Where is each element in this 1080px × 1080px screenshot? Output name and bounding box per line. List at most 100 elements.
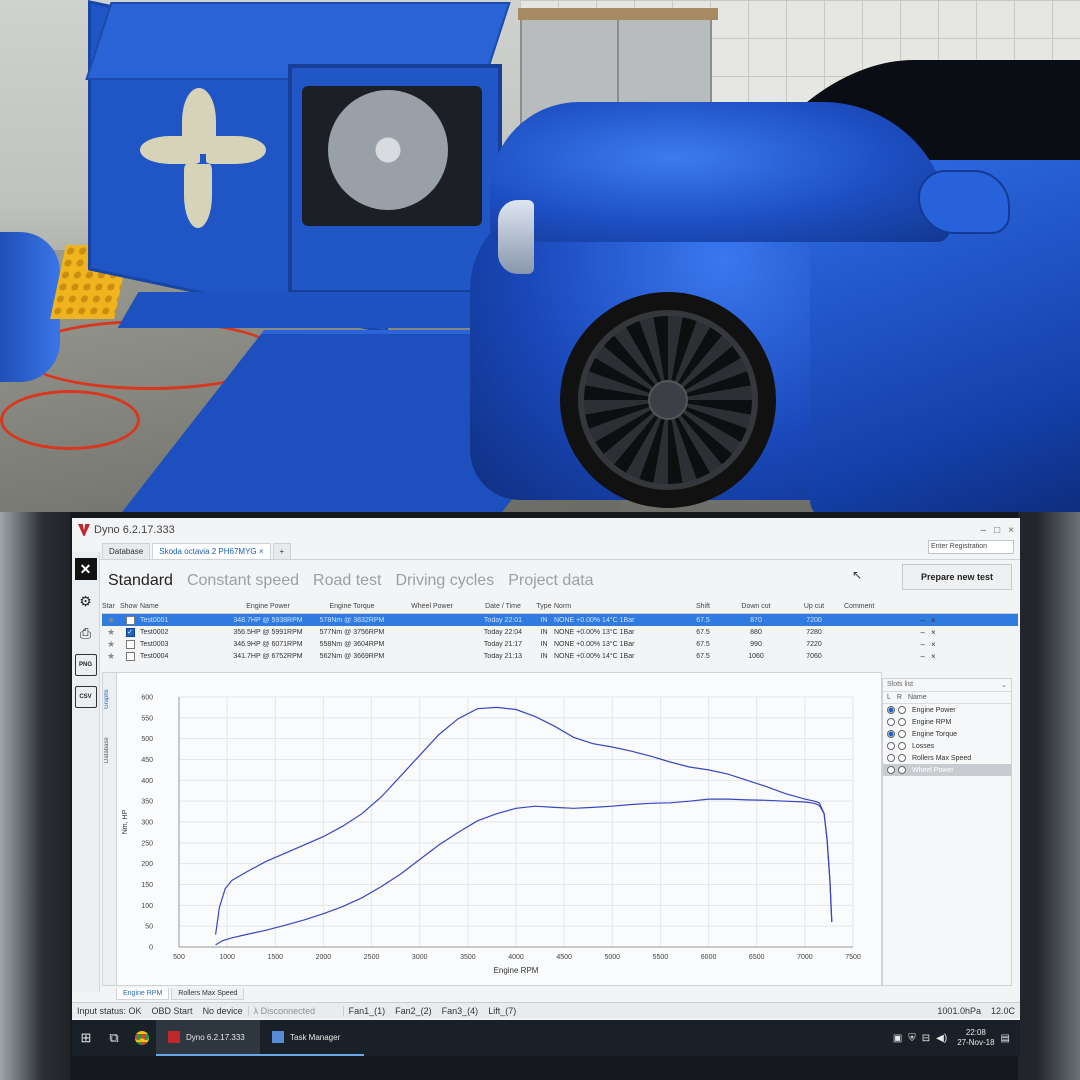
right-axis-radio[interactable] <box>898 754 906 762</box>
col-show[interactable]: Show <box>120 603 140 610</box>
engine-torque-value: 562Nm @ 3669RPM <box>319 652 385 660</box>
col-norm[interactable]: Norm <box>554 603 678 610</box>
toolbar-sidebar: ✕ ⚙ ⎙ PNG CSV <box>72 552 100 992</box>
table-header: Star Show Name Engine Power Engine Torqu… <box>102 600 1018 614</box>
star-icon[interactable]: ★ <box>102 639 120 650</box>
table-row[interactable]: ★ ✓ Test0002 356.5HP @ 5991RPM 577Nm @ 3756R… <box>102 626 1018 638</box>
col-engine-power[interactable]: Engine Power <box>224 603 312 610</box>
row-controls[interactable]: – × <box>914 616 944 625</box>
left-axis-radio[interactable] <box>887 754 895 762</box>
left-axis-radio[interactable] <box>887 718 895 726</box>
collapse-icon[interactable]: ⌄ <box>1001 681 1007 689</box>
slot-item[interactable]: Engine Torque <box>883 728 1011 740</box>
mode-driving-cycles[interactable]: Driving cycles <box>396 572 495 590</box>
col-date-time[interactable]: Date / Time <box>472 603 534 610</box>
slot-item[interactable]: Wheel Power <box>883 764 1011 776</box>
right-axis-radio[interactable] <box>898 742 906 750</box>
norm-value: NONE +0.00% 14°C 1Bar <box>554 616 635 624</box>
taskbar-app-task-manager[interactable]: Task Manager <box>260 1020 364 1056</box>
row-controls[interactable]: – × <box>914 640 944 649</box>
close-window-button[interactable]: × <box>1008 525 1014 536</box>
show-checkbox[interactable]: ✓ <box>125 627 135 637</box>
left-axis-radio[interactable] <box>887 730 895 738</box>
add-tab-button[interactable]: + <box>272 543 292 559</box>
col-down-cut[interactable]: Down cut <box>728 603 784 610</box>
right-axis-radio[interactable] <box>898 718 906 726</box>
fan2-toggle[interactable]: Fan2_(2) <box>390 1006 437 1016</box>
tab-skoda-octavia[interactable]: Skoda octavia 2 PH67MYG × <box>152 543 271 559</box>
right-axis-radio[interactable] <box>898 706 906 714</box>
mode-project-data[interactable]: Project data <box>508 572 593 590</box>
monitor-bezel <box>0 512 70 1080</box>
tab-close-icon[interactable]: × <box>259 547 264 556</box>
taskbar-app-label: Dyno 6.2.17.333 <box>186 1032 245 1042</box>
notifications-icon[interactable]: ▤ <box>1001 1033 1010 1044</box>
close-icon[interactable]: ✕ <box>74 558 97 580</box>
chrome-icon[interactable] <box>135 1031 149 1045</box>
slot-name: Engine Torque <box>912 730 958 738</box>
fan3-toggle[interactable]: Fan3_(4) <box>437 1006 484 1016</box>
network-icon[interactable]: ⊟ <box>922 1033 930 1044</box>
slots-col-r: R <box>896 694 902 701</box>
left-axis-radio[interactable] <box>887 766 895 774</box>
col-shift[interactable]: Shift <box>678 603 728 610</box>
row-controls[interactable]: – × <box>914 628 944 637</box>
table-row[interactable]: ★ Test0001 348.7HP @ 5938RPM 578Nm @ 3832RP… <box>102 614 1018 626</box>
slot-item[interactable]: Engine RPM <box>883 716 1011 728</box>
col-wheel-power[interactable]: Wheel Power <box>392 603 472 610</box>
table-row[interactable]: ★ Test0004 341.7HP @ 6752RPM 562Nm @ 3669RP… <box>102 650 1018 662</box>
security-icon[interactable]: ⛨ <box>908 1033 916 1044</box>
star-icon[interactable]: ★ <box>102 627 120 638</box>
gear-icon[interactable]: ⚙ <box>75 590 97 612</box>
clock[interactable]: 22:08 27-Nov-18 <box>957 1028 994 1048</box>
slot-item[interactable]: Rollers Max Speed <box>883 752 1011 764</box>
printer-icon[interactable]: ⎙ <box>75 622 97 644</box>
restore-button[interactable]: □ <box>994 525 1000 536</box>
star-icon[interactable]: ★ <box>102 615 120 626</box>
y-tick-label: 200 <box>141 861 153 868</box>
tab-engine-rpm[interactable]: Engine RPM <box>116 988 170 1000</box>
lift-toggle[interactable]: Lift_(7) <box>483 1006 521 1016</box>
col-type[interactable]: Type <box>534 603 554 610</box>
tab-database-view[interactable]: Database <box>104 725 116 775</box>
col-name[interactable]: Name <box>140 603 224 610</box>
col-engine-torque[interactable]: Engine Torque <box>312 603 392 610</box>
show-checkbox[interactable] <box>125 639 135 649</box>
show-checkbox[interactable] <box>125 651 135 661</box>
chat-icon[interactable]: ▣ <box>893 1033 902 1044</box>
prepare-new-test-button[interactable]: Prepare new test <box>902 564 1012 590</box>
right-axis-radio[interactable] <box>898 730 906 738</box>
tab-graphs[interactable]: Graphs <box>104 679 116 719</box>
tab-rollers-max-speed[interactable]: Rollers Max Speed <box>171 988 245 1000</box>
mode-constant-speed[interactable]: Constant speed <box>187 572 299 590</box>
slot-item[interactable]: Losses <box>883 740 1011 752</box>
png-file-icon[interactable]: PNG <box>74 654 97 676</box>
start-button-icon[interactable]: ⊞ <box>72 1020 100 1056</box>
star-icon[interactable]: ★ <box>102 651 120 662</box>
slot-name: Wheel Power <box>912 766 954 774</box>
mode-road-test[interactable]: Road test <box>313 572 381 590</box>
tab-database[interactable]: Database <box>102 543 151 559</box>
csv-file-icon[interactable]: CSV <box>74 686 97 708</box>
right-axis-radio[interactable] <box>898 766 906 774</box>
table-row[interactable]: ★ Test0003 346.9HP @ 6071RPM 558Nm @ 3604RP… <box>102 638 1018 650</box>
left-axis-radio[interactable] <box>887 706 895 714</box>
x-tick-label: 7000 <box>797 954 813 961</box>
taskbar-app-dyno[interactable]: Dyno 6.2.17.333 <box>156 1020 260 1056</box>
task-view-icon[interactable]: ⧉ <box>100 1020 128 1056</box>
col-up-cut[interactable]: Up cut <box>784 603 844 610</box>
row-controls[interactable]: – × <box>914 652 944 661</box>
axis-tabs: Engine RPM Rollers Max Speed <box>116 988 245 1000</box>
minimize-button[interactable]: – <box>981 525 987 536</box>
slot-item[interactable]: Engine Power <box>883 704 1011 716</box>
registration-input[interactable]: Enter Registration <box>928 540 1014 554</box>
col-star[interactable]: Star <box>102 603 120 610</box>
mode-standard[interactable]: Standard <box>108 572 173 590</box>
fan1-toggle[interactable]: Fan1_(1) <box>344 1006 391 1016</box>
volume-icon[interactable]: ◀) <box>936 1033 947 1044</box>
col-comment[interactable]: Comment <box>844 603 914 610</box>
left-axis-radio[interactable] <box>887 742 895 750</box>
obd-start-button[interactable]: OBD Start <box>147 1006 198 1016</box>
x-tick-label: 6000 <box>701 954 717 961</box>
show-checkbox[interactable] <box>125 615 135 625</box>
